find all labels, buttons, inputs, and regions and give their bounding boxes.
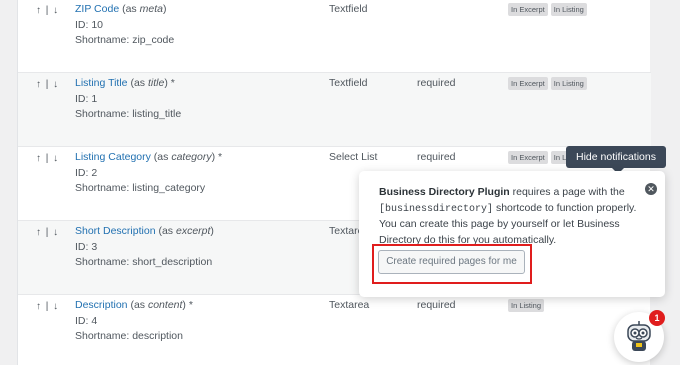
reorder-arrows[interactable]: ↑ | ↓	[36, 5, 59, 16]
table-row: ↑ | ↓ ZIP Code (as meta) ID: 10 Shortnam…	[18, 0, 651, 73]
plugin-name: Business Directory Plugin	[379, 186, 510, 198]
field-required: required	[417, 299, 456, 311]
field-tags: In Listing	[508, 299, 545, 312]
field-name-link[interactable]: Short Description	[75, 225, 156, 237]
field-id: ID: 3	[75, 241, 98, 253]
field-id: ID: 4	[75, 315, 98, 327]
field-id: ID: 10	[75, 19, 104, 31]
field-id: ID: 1	[75, 93, 98, 105]
field-shortname: Shortname: listing_title	[75, 108, 182, 120]
field-type: Select List	[329, 151, 378, 163]
shortcode: [businessdirectory]	[379, 203, 494, 215]
field-label-line: Short Description (as excerpt)	[75, 225, 214, 237]
close-icon[interactable]: ✕	[645, 183, 657, 195]
field-type: Textfield	[329, 3, 368, 15]
field-tags: In Excerpt In Listing	[508, 77, 587, 90]
field-shortname: Shortname: listing_category	[75, 182, 206, 194]
field-type: Textarea	[329, 299, 370, 311]
field-association: (as title)	[130, 77, 168, 89]
field-shortname: Shortname: short_description	[75, 256, 213, 268]
field-type: Textfield	[329, 77, 368, 89]
field-label-line: Description (as content) *	[75, 299, 193, 311]
reorder-arrows[interactable]: ↑ | ↓	[36, 301, 59, 312]
field-tags: In Excerpt In Listing	[508, 3, 587, 16]
field-label-line: ZIP Code (as meta)	[75, 3, 166, 15]
table-row: ↑ | ↓ Listing Title (as title) * ID: 1 S…	[18, 73, 651, 147]
notification-message: Business Directory Plugin requires a pag…	[379, 186, 637, 246]
tag-in-excerpt: In Excerpt	[508, 3, 548, 16]
reorder-arrows[interactable]: ↑ | ↓	[36, 153, 59, 164]
tag-in-listing: In Listing	[508, 299, 545, 312]
field-label-line: Listing Title (as title) *	[75, 77, 175, 89]
tag-in-excerpt: In Excerpt	[508, 151, 548, 164]
hide-notifications-button[interactable]: Hide notifications	[566, 146, 666, 174]
tag-in-listing: In Listing	[550, 3, 587, 16]
tag-in-listing: In Listing	[550, 77, 587, 90]
reorder-arrows[interactable]: ↑ | ↓	[36, 79, 59, 90]
field-association: (as content)	[130, 299, 186, 311]
field-name-link[interactable]: ZIP Code	[75, 3, 119, 15]
field-required: required	[417, 77, 456, 89]
reorder-arrows[interactable]: ↑ | ↓	[36, 227, 59, 238]
field-association: (as meta)	[122, 3, 167, 15]
field-name-link[interactable]: Listing Title	[75, 77, 128, 89]
tag-in-excerpt: In Excerpt	[508, 77, 548, 90]
notification-count-badge: 1	[649, 310, 665, 326]
chat-assistant-button[interactable]: 1	[614, 310, 665, 362]
field-association: (as excerpt)	[158, 225, 214, 237]
field-name-link[interactable]: Listing Category	[75, 151, 151, 163]
field-label-line: Listing Category (as category) *	[75, 151, 223, 163]
field-association: (as category)	[153, 151, 216, 163]
field-required: required	[417, 151, 456, 163]
field-shortname: Shortname: description	[75, 330, 183, 342]
table-row: ↑ | ↓ Description (as content) * ID: 4 S…	[18, 295, 651, 365]
highlight-annotation	[372, 244, 532, 284]
robot-mascot-icon	[627, 321, 651, 351]
field-id: ID: 2	[75, 167, 98, 179]
field-name-link[interactable]: Description	[75, 299, 128, 311]
field-shortname: Shortname: zip_code	[75, 34, 175, 46]
